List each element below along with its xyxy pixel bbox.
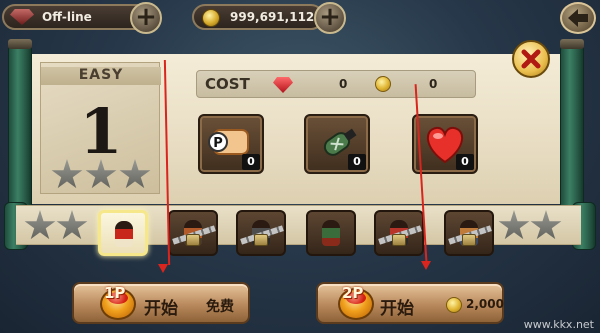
item-slot-heart[interactable]: 0 [412,114,478,174]
upper-scroll-pole-left [8,39,32,217]
character-slot-locked[interactable] [236,210,286,256]
gem-status-icon [10,9,34,25]
gem-cost-value: 0 [339,77,348,91]
connection-status-label: Off-line [42,10,92,24]
close-button[interactable] [512,40,550,78]
coin-balance-pill: 999,691,112 [192,4,324,30]
item-count: 0 [242,154,260,170]
lock-icon [462,234,476,246]
item-slot-bomb[interactable]: 0 [304,114,370,174]
start-2p-button[interactable]: 2P 开始 2,000 [316,282,504,324]
character-slot-locked[interactable] [444,210,494,256]
upper-scroll-pole-right [560,39,584,217]
lock-icon [392,234,406,246]
guide-arrowhead-icon [158,264,168,273]
lock-icon [186,234,200,246]
start-label: 开始 [144,299,178,319]
player-tag-2p: 2P [342,284,364,302]
item-slot-scroll[interactable]: P 0 [198,114,264,174]
character-slot-unlocked[interactable] [306,210,356,256]
difficulty-level-number: 1 [79,95,123,168]
item-count: 0 [456,154,474,170]
character-slot-locked[interactable] [168,210,218,256]
start-label: 开始 [380,299,414,319]
difficulty-card: EASY 1 [40,62,161,194]
close-icon [521,49,541,69]
free-label: 免费 [206,299,234,315]
price-2p-value: 2,000 [466,297,504,311]
lock-icon [254,234,268,246]
coin-balance-value: 999,691,112 [230,10,315,24]
watermark-text: www.kkx.net [523,318,594,331]
fighter-red-icon [115,221,133,247]
coin-icon [375,76,391,92]
back-arrow-icon [568,9,588,27]
gem-icon [273,77,293,93]
cost-bar: COST 0 0 [196,70,476,98]
guide-arrowhead-icon [421,261,431,270]
item-count: 0 [348,154,366,170]
start-1p-button[interactable]: 1P 开始 免费 [72,282,250,324]
player-tag-1p: 1P [104,284,126,302]
fighter-icon [322,220,340,246]
character-slot-locked[interactable] [374,210,424,256]
coin-cost-value: 0 [429,77,438,91]
svg-text:P: P [213,136,223,151]
add-coins-button[interactable]: + [314,2,346,34]
back-button[interactable] [560,2,596,34]
coin-icon [202,9,220,27]
coin-icon [446,297,462,313]
add-gems-button[interactable]: + [130,2,162,34]
character-slot-selected[interactable] [98,210,148,256]
difficulty-label: EASY [41,67,161,85]
cost-label: COST [205,75,250,93]
